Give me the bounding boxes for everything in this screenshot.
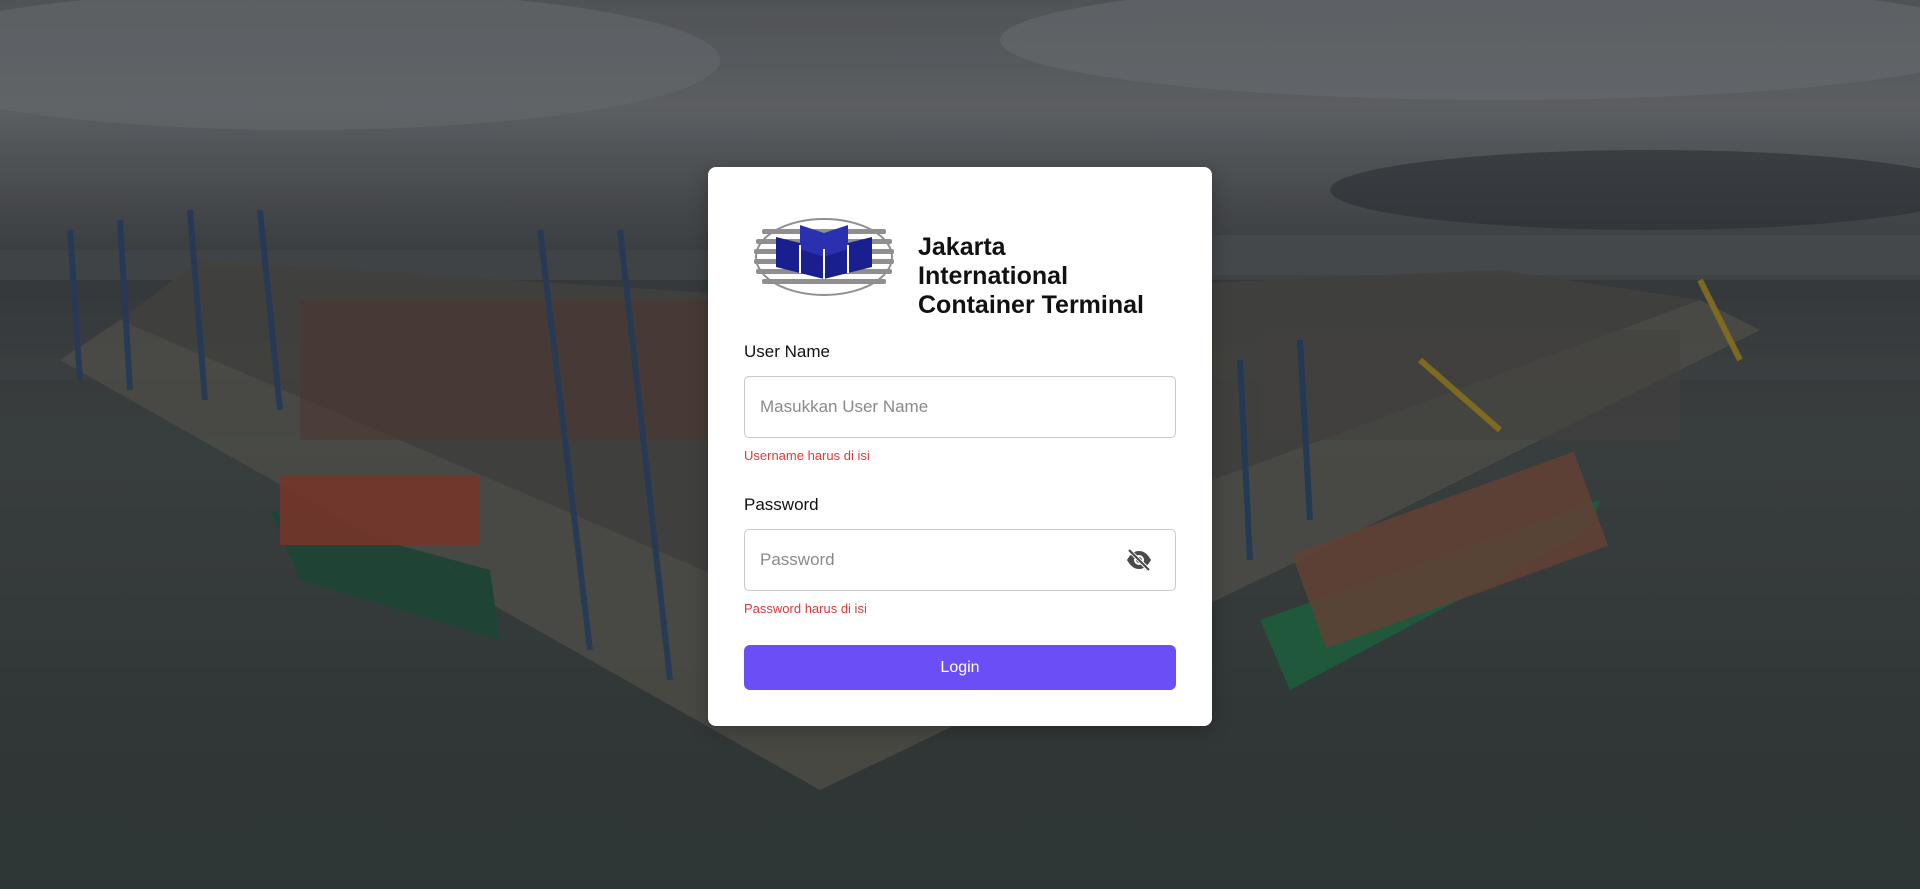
jict-logo: Jakarta International Container Terminal <box>754 215 1154 319</box>
company-name: Jakarta International Container Terminal <box>918 233 1154 320</box>
company-name-line2: Container Terminal <box>918 291 1144 319</box>
jict-emblem-icon <box>754 218 894 296</box>
password-input[interactable] <box>745 530 1175 590</box>
username-field-wrapper <box>744 376 1176 438</box>
login-button[interactable]: Login <box>744 645 1176 690</box>
username-label: User Name <box>744 342 830 361</box>
eye-off-icon[interactable] <box>1125 548 1153 572</box>
company-name-line1: Jakarta International <box>918 233 1069 290</box>
password-error: Password harus di isi <box>744 601 867 616</box>
username-input[interactable] <box>745 377 1175 437</box>
password-field-wrapper <box>744 529 1176 591</box>
username-error: Username harus di isi <box>744 448 870 463</box>
login-card: Jakarta International Container Terminal… <box>708 167 1212 726</box>
password-label: Password <box>744 495 819 514</box>
